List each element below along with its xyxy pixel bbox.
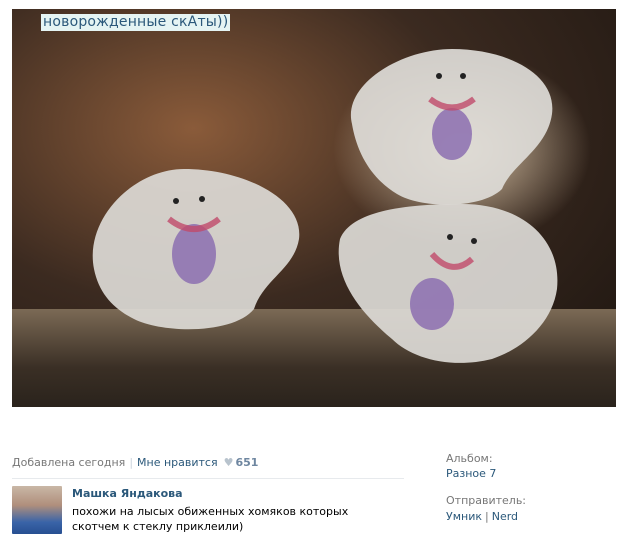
- comment-author[interactable]: Машка Яндакова: [72, 487, 183, 500]
- sender-nick-link[interactable]: Nerd: [492, 510, 518, 523]
- stingray-left: [92, 169, 300, 330]
- added-date: Добавлена сегодня: [12, 456, 126, 469]
- like-link[interactable]: Мне нравится: [137, 456, 218, 469]
- album-link[interactable]: Разное 7: [446, 467, 496, 480]
- photo-frame: новорожденные скАты)): [0, 0, 634, 418]
- sender-label: Отправитель:: [446, 494, 527, 507]
- comment-text: похожи на лысых обиженных хомяков которы…: [72, 505, 349, 533]
- meta-divider-line: [12, 478, 404, 479]
- meta-divider: |: [129, 456, 134, 469]
- album-label: Альбом:: [446, 452, 493, 465]
- photo-caption: новорожденные скАты)): [41, 14, 231, 31]
- sender-links: Умник | Nerd: [446, 510, 518, 523]
- photo[interactable]: [12, 9, 616, 407]
- avatar[interactable]: [12, 486, 62, 534]
- sender-name-link[interactable]: Умник: [446, 510, 482, 523]
- like-count: 651: [235, 456, 259, 469]
- heart-icon[interactable]: ♥: [224, 456, 234, 469]
- stingray-top-right: [350, 49, 553, 205]
- stingray-bottom-right: [338, 204, 558, 363]
- photo-meta: Добавлена сегодня | Мне нравится ♥ 651: [12, 456, 258, 469]
- sender-divider: |: [485, 510, 489, 523]
